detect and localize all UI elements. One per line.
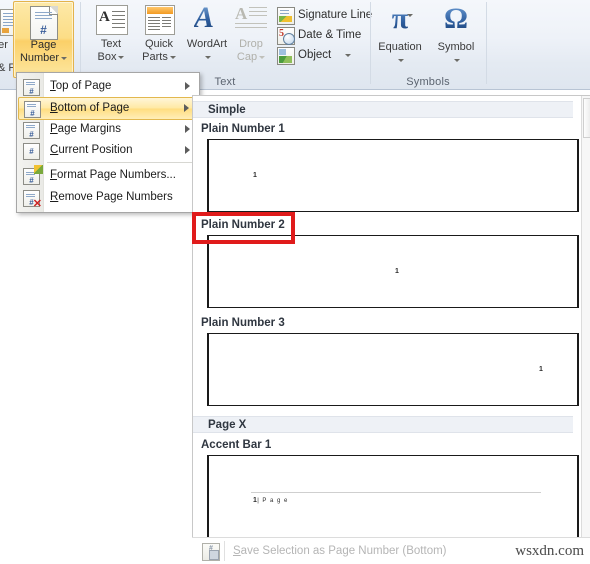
menu-item-label: Bottom of Page: [50, 102, 130, 114]
page-number-label-line2: Number: [14, 52, 73, 64]
gallery-command-bar: # Save Selection as Page Number (Bottom)…: [192, 537, 590, 564]
equation-icon: π: [374, 3, 426, 35]
menu-item-page-margins[interactable]: # Page Margins: [18, 119, 198, 140]
chevron-down-icon: [169, 55, 176, 59]
chevron-down-icon: [398, 58, 404, 62]
drop-cap-label-line2: Cap: [228, 51, 274, 63]
menu-item-label: Current Position: [50, 144, 133, 156]
submenu-arrow-icon: [185, 82, 190, 90]
chevron-down-icon: [61, 56, 68, 60]
menu-item-top-of-page[interactable]: # Top of Page: [18, 76, 198, 97]
drop-cap-button[interactable]: A Drop Cap: [228, 1, 274, 75]
object-label: Object: [298, 49, 332, 61]
quick-parts-icon: [145, 5, 175, 35]
wordart-label: WordArt: [186, 38, 228, 50]
symbol-button[interactable]: Ω Symbol: [430, 1, 482, 75]
gallery-item-title-plain-number-1: Plain Number 1: [201, 123, 285, 135]
save-selection-command[interactable]: Save Selection as Page Number (Bottom): [233, 538, 447, 564]
equation-button[interactable]: π Equation: [374, 1, 426, 75]
group-divider: [486, 2, 487, 84]
symbols-group-label: Symbols: [406, 76, 450, 88]
chevron-down-icon: [454, 58, 460, 62]
signature-line-icon: [277, 7, 295, 25]
preview-page-number: 1: [395, 268, 400, 275]
menu-item-current-position[interactable]: # Current Position: [18, 140, 198, 161]
preview-page-number: 1| P a g e: [253, 497, 289, 504]
gallery-section-heading-page-x: Page X: [193, 416, 573, 433]
menu-separator: [47, 162, 193, 163]
group-divider: [370, 2, 371, 84]
page-number-button[interactable]: # Page Number: [13, 1, 74, 78]
submenu-arrow-icon: [184, 104, 189, 112]
symbol-label: Symbol: [437, 41, 475, 53]
wordart-icon: A: [194, 1, 215, 34]
format-page-numbers-icon: #: [23, 165, 43, 185]
symbol-icon: Ω: [430, 3, 482, 35]
page-top-icon: #: [23, 79, 40, 96]
text-box-button[interactable]: A Text Box: [88, 1, 134, 75]
text-box-label-line2: Box: [88, 51, 134, 63]
quick-parts-label-line2: Parts: [136, 51, 182, 63]
page-bottom-icon: #: [24, 101, 41, 118]
gallery-preview-accent-bar-1[interactable]: 1| P a g e: [207, 455, 579, 538]
menu-item-remove-page-numbers[interactable]: # ✕ Remove Page Numbers: [18, 187, 198, 210]
menu-item-label: Page Margins: [50, 123, 121, 135]
page-number-gallery: Simple Plain Number 1 1 Plain Number 2 1…: [192, 95, 590, 564]
gallery-item-title-plain-number-3: Plain Number 3: [201, 317, 285, 329]
remove-page-numbers-icon: # ✕: [23, 190, 42, 210]
date-time-label: Date & Time: [298, 29, 362, 41]
wordart-button[interactable]: A WordArt: [182, 1, 232, 75]
word-page-number-gallery-screen: er & F # Page Number A Text Box Quic: [0, 0, 590, 564]
text-box-icon: A: [96, 5, 128, 35]
save-selection-icon: #: [202, 543, 220, 561]
preview-page-number: 1: [253, 172, 258, 179]
quick-parts-label-line1: Quick: [144, 38, 174, 50]
chevron-down-icon: [205, 55, 211, 59]
submenu-arrow-icon: [185, 125, 190, 133]
annotation-highlight-box: [192, 212, 295, 244]
page-margins-icon: #: [23, 122, 40, 139]
drop-cap-icon: A: [235, 5, 267, 31]
submenu-arrow-icon: [185, 146, 190, 154]
gallery-preview-plain-number-3[interactable]: 1: [207, 333, 579, 406]
chevron-down-icon: [118, 55, 125, 59]
drop-cap-label-line1: Drop: [239, 38, 263, 50]
menu-item-format-page-numbers[interactable]: # Format Page Numbers...: [18, 165, 198, 186]
accent-bar-rule: [251, 492, 541, 493]
menu-item-bottom-of-page[interactable]: # Bottom of Page: [18, 97, 198, 120]
wordart-dropdown[interactable]: [182, 51, 232, 63]
gallery-preview-plain-number-1[interactable]: 1: [207, 139, 579, 212]
gallery-preview-plain-number-2[interactable]: 1: [207, 235, 579, 308]
chevron-down-icon: [345, 54, 351, 57]
page-number-icon: #: [29, 6, 58, 40]
page-number-label-line1: Page: [30, 39, 57, 51]
gallery-section-heading-simple: Simple: [193, 101, 573, 118]
menu-item-label: Remove Page Numbers: [50, 191, 173, 203]
preview-page-number: 1: [539, 366, 544, 373]
page-number-dropdown-menu: # Top of Page # Bottom of Page # Page Ma…: [16, 72, 200, 213]
equation-dropdown[interactable]: [374, 54, 426, 66]
gallery-item-title-accent-bar-1: Accent Bar 1: [201, 439, 272, 451]
menu-item-label: Top of Page: [50, 80, 112, 92]
quick-parts-button[interactable]: Quick Parts: [136, 1, 182, 75]
equation-label: Equation: [378, 41, 422, 53]
current-position-icon: #: [23, 143, 40, 160]
command-bar-divider: [224, 541, 225, 561]
chevron-down-icon: [259, 55, 266, 59]
text-box-label-line1: Text: [100, 38, 122, 50]
gallery-scrollbar-thumb[interactable]: [583, 98, 590, 138]
gallery-scrollbar[interactable]: [581, 96, 590, 537]
date-time-icon: 5: [277, 27, 295, 45]
menu-item-label: Format Page Numbers...: [50, 169, 176, 181]
symbol-dropdown[interactable]: [430, 54, 482, 66]
object-icon: [277, 47, 295, 65]
signature-line-label: Signature Line: [298, 9, 373, 21]
watermark-text: wsxdn.com: [515, 543, 584, 559]
